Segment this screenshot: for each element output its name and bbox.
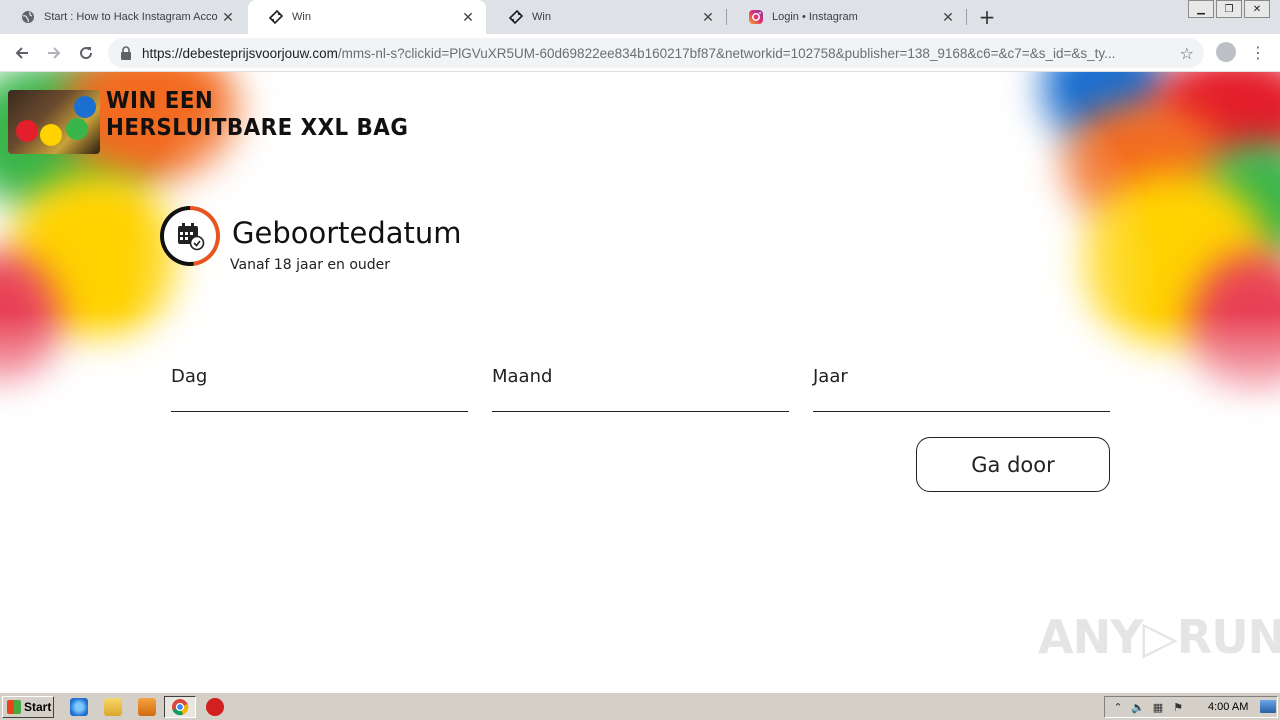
restore-button[interactable]: ❐ — [1216, 0, 1242, 18]
year-field[interactable]: Jaar — [813, 358, 1110, 412]
month-field[interactable]: Maand — [492, 358, 789, 412]
tab-title: Win — [532, 11, 551, 23]
start-button[interactable]: Start — [2, 696, 54, 718]
continue-button[interactable]: Ga door — [916, 437, 1110, 492]
system-tray: ⌃ 🔈 ▦ ⚑ — [1104, 696, 1278, 718]
address-bar[interactable]: https://debesteprijsvoorjouw.com/mms-nl-… — [108, 38, 1204, 68]
flag-icon[interactable]: ⚑ — [1171, 700, 1185, 714]
ticket-icon — [268, 9, 284, 25]
tab-win[interactable]: Win ✕ — [488, 0, 726, 34]
stop-icon[interactable] — [206, 698, 224, 716]
windows-flag-icon — [7, 700, 21, 714]
taskbar: Start ⌃ 🔈 ▦ ⚑ 4:00 AM — [0, 692, 1280, 720]
tab-strip: Start : How to Hack Instagram Acco ✕ Win… — [0, 0, 1280, 34]
tab-separator — [726, 9, 727, 25]
minimize-button[interactable]: ▁ — [1188, 0, 1214, 18]
media-player-icon[interactable] — [138, 698, 156, 716]
browser-menu-icon[interactable]: ⋮ — [1248, 42, 1268, 62]
page-heading: Geboortedatum — [232, 216, 462, 250]
new-tab-button[interactable]: + — [976, 6, 998, 28]
folder-icon[interactable] — [104, 698, 122, 716]
network-icon[interactable]: ▦ — [1151, 700, 1165, 714]
forward-button[interactable] — [42, 41, 66, 65]
promo-line-2: HERSLUITBARE XXL BAG — [106, 115, 409, 141]
volume-icon[interactable]: 🔈 — [1131, 700, 1145, 714]
url-host: https://debesteprijsvoorjouw.com — [142, 45, 338, 61]
url-path: /mms-nl-s?clickid=PlGVuXR5UM-60d69822ee8… — [337, 45, 1116, 61]
tab-instagram-login[interactable]: Login • Instagram ✕ — [728, 0, 966, 34]
calendar-badge — [160, 206, 220, 266]
globe-icon — [20, 9, 36, 25]
tab-title: Login • Instagram — [772, 11, 858, 23]
close-tab-icon[interactable]: ✕ — [700, 9, 716, 25]
back-arrow-icon — [15, 47, 28, 59]
month-label: Maand — [492, 366, 553, 387]
close-tab-icon[interactable]: ✕ — [460, 9, 476, 25]
close-tab-icon[interactable]: ✕ — [220, 9, 236, 25]
promo-line-1: WIN EEN — [106, 88, 214, 114]
promo-title: WIN EEN HERSLUITBARE XXL BAG — [106, 88, 408, 142]
reload-icon — [80, 47, 93, 60]
tab-title: Win — [292, 11, 311, 23]
internet-explorer-icon[interactable] — [70, 698, 88, 716]
day-field[interactable]: Dag — [171, 358, 468, 412]
ticket-icon — [508, 9, 524, 25]
day-label: Dag — [171, 366, 208, 387]
lock-icon — [120, 46, 134, 60]
tab-title: Start : How to Hack Instagram Acco — [44, 11, 218, 23]
instagram-icon — [748, 9, 764, 25]
tray-expand-icon[interactable]: ⌃ — [1111, 700, 1125, 714]
mms-bag-image — [8, 90, 100, 154]
bookmark-star-icon[interactable]: ☆ — [1180, 44, 1194, 63]
forward-arrow-icon — [48, 47, 61, 59]
tab-separator — [966, 9, 967, 25]
close-tab-icon[interactable]: ✕ — [940, 9, 956, 25]
chrome-taskbar-button[interactable] — [164, 696, 196, 718]
profile-avatar[interactable] — [1216, 42, 1236, 62]
anyrun-watermark: ANY▷RUN — [1038, 610, 1280, 664]
url-text: https://debesteprijsvoorjouw.com/mms-nl-… — [142, 46, 1162, 61]
year-label: Jaar — [813, 366, 848, 387]
tab-hack-instagram[interactable]: Start : How to Hack Instagram Acco ✕ — [0, 0, 246, 34]
window-controls: ▁ ❐ ✕ — [1186, 0, 1270, 18]
start-label: Start — [24, 700, 52, 714]
web-page: WIN EEN HERSLUITBARE XXL BAG Geboortedat… — [0, 72, 1280, 692]
browser-toolbar: https://debesteprijsvoorjouw.com/mms-nl-… — [0, 34, 1280, 72]
tab-win-active[interactable]: Win ✕ — [248, 0, 486, 34]
close-window-button[interactable]: ✕ — [1244, 0, 1270, 18]
show-desktop-icon[interactable] — [1260, 700, 1276, 713]
reload-button[interactable] — [74, 41, 98, 65]
clock[interactable]: 4:00 AM — [1208, 701, 1248, 713]
chrome-icon — [172, 699, 189, 716]
back-button[interactable] — [10, 41, 34, 65]
calendar-check-icon — [178, 223, 205, 251]
page-subheading: Vanaf 18 jaar en ouder — [230, 257, 391, 273]
